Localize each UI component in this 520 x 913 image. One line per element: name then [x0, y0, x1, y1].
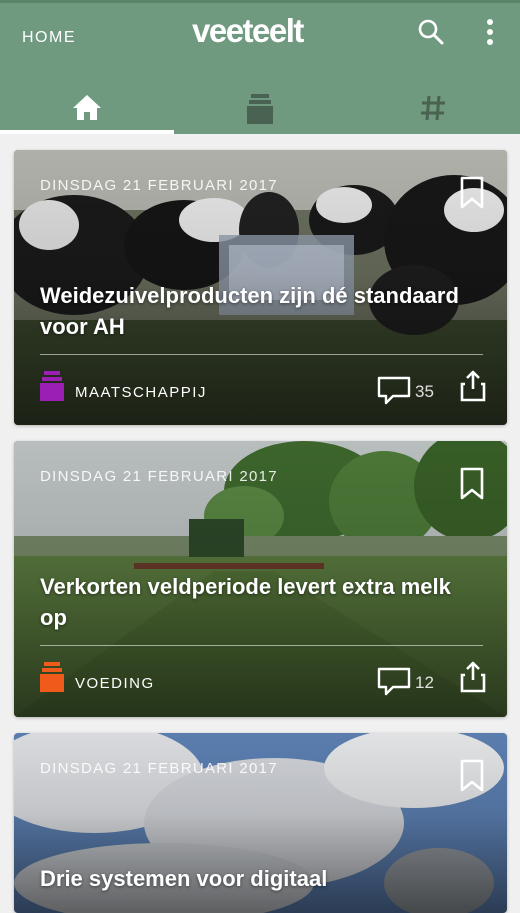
article-card[interactable]: DINSDAG 21 FEBRUARI 2017 Verkorten veldp… — [14, 441, 507, 717]
more-options-button[interactable] — [476, 16, 504, 48]
card-divider — [40, 645, 483, 646]
share-icon[interactable] — [460, 370, 486, 402]
bookmark-icon[interactable] — [459, 467, 485, 501]
comment-count: 12 — [415, 673, 434, 692]
category-icon — [40, 371, 64, 401]
home-icon — [72, 95, 101, 120]
article-title[interactable]: Drie systemen voor digitaal — [40, 863, 480, 894]
status-strip — [0, 0, 520, 3]
bookmark-icon[interactable] — [459, 176, 485, 210]
hashtag-icon — [421, 95, 445, 121]
article-title[interactable]: Weidezuivelproducten zijn dé standaard v… — [40, 280, 480, 342]
article-date: DINSDAG 21 FEBRUARI 2017 — [40, 468, 278, 485]
active-tab-indicator — [0, 130, 174, 134]
category-label[interactable]: VOEDING — [75, 675, 155, 692]
card-divider — [40, 354, 483, 355]
comment-icon[interactable] — [377, 376, 411, 406]
tab-categories[interactable] — [173, 86, 346, 134]
article-date: DINSDAG 21 FEBRUARI 2017 — [40, 760, 278, 777]
bookmark-icon[interactable] — [459, 759, 485, 793]
article-title[interactable]: Verkorten veldperiode levert extra melk … — [40, 571, 480, 633]
category-icon — [40, 662, 64, 692]
veeteelt-logo[interactable]: veeteelt — [192, 12, 304, 50]
search-icon — [418, 19, 444, 45]
search-button[interactable] — [415, 16, 447, 48]
tab-hashtags[interactable] — [346, 86, 520, 134]
app-bar: HOME veeteelt — [0, 0, 520, 134]
comment-count: 35 — [415, 382, 434, 401]
home-link[interactable]: HOME — [22, 29, 76, 47]
tab-home[interactable] — [0, 86, 173, 134]
more-vert-icon — [487, 19, 493, 45]
comment-icon[interactable] — [377, 667, 411, 697]
article-card[interactable]: DINSDAG 21 FEBRUARI 2017 Drie systemen v… — [14, 733, 507, 913]
category-label[interactable]: MAATSCHAPPIJ — [75, 384, 207, 401]
category-stack-icon — [246, 94, 273, 124]
article-date: DINSDAG 21 FEBRUARI 2017 — [40, 177, 278, 194]
share-icon[interactable] — [460, 661, 486, 693]
article-card[interactable]: DINSDAG 21 FEBRUARI 2017 Weidezuivelprod… — [14, 150, 507, 425]
